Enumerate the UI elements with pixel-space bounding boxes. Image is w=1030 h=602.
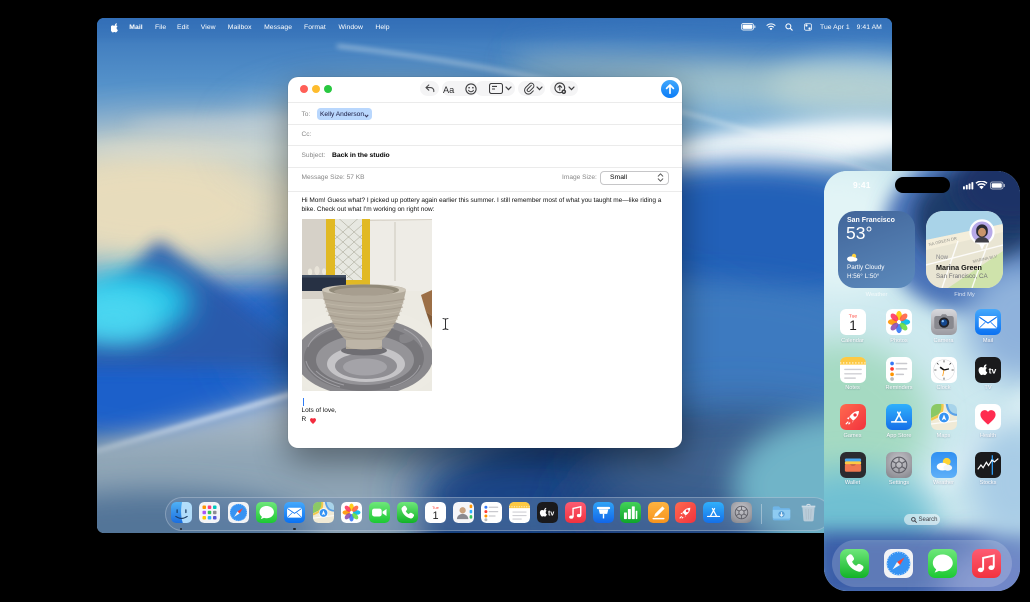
svg-text:tv: tv bbox=[989, 365, 997, 375]
svg-text:1: 1 bbox=[432, 510, 438, 522]
svg-text:tv: tv bbox=[548, 510, 554, 517]
svg-text:1: 1 bbox=[849, 318, 857, 333]
